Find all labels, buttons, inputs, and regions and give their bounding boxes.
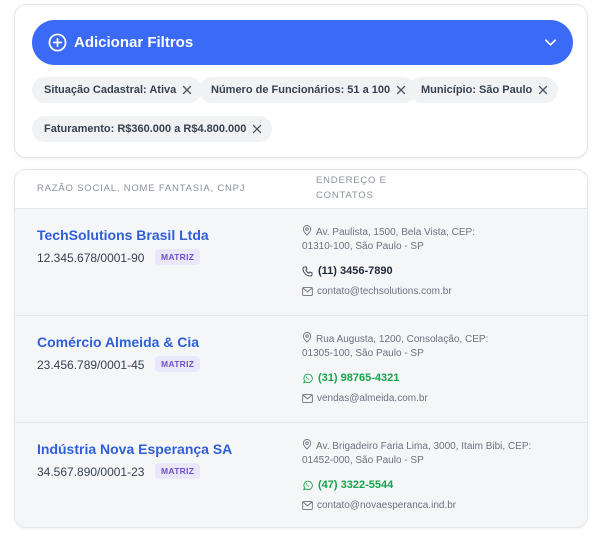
address-line-2: 01310-100, São Paulo - SP xyxy=(302,241,424,252)
filter-chip-faturamento[interactable]: Faturamento: R$360.000 a R$4.800.000 xyxy=(32,116,273,142)
matriz-badge: MATRIZ xyxy=(155,249,201,265)
cnpj-text: 12.345.678/0001-90 xyxy=(37,251,145,265)
company-name-link[interactable]: TechSolutions Brasil Ltda xyxy=(37,227,209,243)
filter-chip-label: Número de Funcionários: 51 a 100 xyxy=(211,84,391,96)
add-filters-button[interactable]: Adicionar Filtros xyxy=(32,20,573,65)
address-line-1: Rua Augusta, 1200, Consolação, CEP: xyxy=(316,334,489,345)
email-address: contato@novaesperanca.ind.br xyxy=(317,500,457,511)
table-header: RAZÃO SOCIAL, NOME FANTASIA, CNPJ ENDERE… xyxy=(15,170,587,209)
table-row[interactable]: Indústria Nova Esperança SA 34.567.890/0… xyxy=(15,423,587,527)
filter-chip-funcionarios[interactable]: Número de Funcionários: 51 a 100 xyxy=(199,77,417,103)
company-name-link[interactable]: Comércio Almeida & Cia xyxy=(37,334,199,350)
filters-panel: Adicionar Filtros Situação Cadastral: At… xyxy=(14,4,588,158)
filter-chip-label: Faturamento: R$360.000 a R$4.800.000 xyxy=(44,123,247,135)
cnpj-text: 23.456.789/0001-45 xyxy=(37,358,145,372)
map-pin-icon xyxy=(302,225,312,236)
email-address: vendas@almeida.com.br xyxy=(317,393,428,404)
filter-chip-label: Município: São Paulo xyxy=(421,84,533,96)
column-header-company: RAZÃO SOCIAL, NOME FANTASIA, CNPJ xyxy=(37,183,246,194)
column-header-address: CONTATOS xyxy=(316,190,374,201)
email-address: contato@techsolutions.com.br xyxy=(317,286,452,297)
phone-number: (47) 3322-5544 xyxy=(318,479,394,491)
phone-contact[interactable]: (11) 3456-7890 xyxy=(302,265,393,277)
address-line-1: Av. Paulista, 1500, Bela Vista, CEP: xyxy=(316,227,475,238)
results-table: RAZÃO SOCIAL, NOME FANTASIA, CNPJ ENDERE… xyxy=(14,169,588,528)
address-line-2: 01305-100, São Paulo - SP xyxy=(302,348,424,359)
address-line-1: Av. Brigadeiro Faria Lima, 3000, Itaim B… xyxy=(316,441,532,452)
remove-filter-icon[interactable] xyxy=(252,124,262,134)
add-filters-label: Adicionar Filtros xyxy=(74,34,194,51)
email-contact[interactable]: vendas@almeida.com.br xyxy=(302,393,428,404)
filter-chip-label: Situação Cadastral: Ativa xyxy=(44,84,177,96)
address-text: Rua Augusta, 1200, Consolação, CEP: 0130… xyxy=(302,332,572,361)
chevron-down-icon[interactable] xyxy=(544,36,557,49)
table-row[interactable]: TechSolutions Brasil Ltda 12.345.678/000… xyxy=(15,209,587,316)
phone-number: (31) 98765-4321 xyxy=(318,372,400,384)
email-contact[interactable]: contato@techsolutions.com.br xyxy=(302,286,452,297)
address-text: Av. Brigadeiro Faria Lima, 3000, Itaim B… xyxy=(302,439,572,468)
address-line-2: 01452-000, São Paulo - SP xyxy=(302,455,424,466)
company-name-link[interactable]: Indústria Nova Esperança SA xyxy=(37,441,232,457)
remove-filter-icon[interactable] xyxy=(396,85,406,95)
mail-icon xyxy=(302,287,313,296)
remove-filter-icon[interactable] xyxy=(538,85,548,95)
phone-icon xyxy=(302,265,313,277)
address-text: Av. Paulista, 1500, Bela Vista, CEP: 013… xyxy=(302,225,572,254)
plus-circle-icon xyxy=(48,33,67,52)
mail-icon xyxy=(302,394,313,403)
matriz-badge: MATRIZ xyxy=(155,356,201,372)
whatsapp-icon xyxy=(303,480,313,490)
whatsapp-contact[interactable]: (47) 3322-5544 xyxy=(302,479,393,491)
cnpj-text: 34.567.890/0001-23 xyxy=(37,465,145,479)
map-pin-icon xyxy=(302,332,312,343)
column-header-address: ENDEREÇO E xyxy=(316,175,387,186)
phone-number: (11) 3456-7890 xyxy=(318,265,393,277)
whatsapp-contact[interactable]: (31) 98765-4321 xyxy=(302,372,399,384)
matriz-badge: MATRIZ xyxy=(155,463,201,479)
filter-chip-municipio[interactable]: Município: São Paulo xyxy=(409,77,559,103)
remove-filter-icon[interactable] xyxy=(182,85,192,95)
whatsapp-icon xyxy=(303,373,313,383)
email-contact[interactable]: contato@novaesperanca.ind.br xyxy=(302,500,456,511)
map-pin-icon xyxy=(302,439,312,450)
filter-chip-situacao[interactable]: Situação Cadastral: Ativa xyxy=(32,77,203,103)
mail-icon xyxy=(302,501,313,510)
table-row[interactable]: Comércio Almeida & Cia 23.456.789/0001-4… xyxy=(15,316,587,423)
